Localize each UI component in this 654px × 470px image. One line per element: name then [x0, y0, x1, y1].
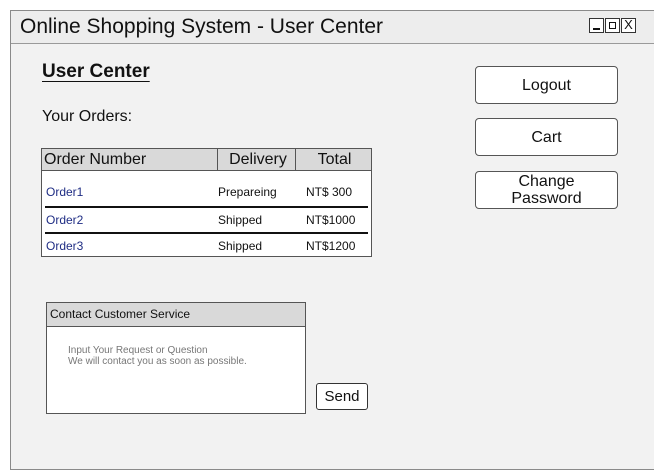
- delivery-status: Prepareing: [218, 185, 277, 199]
- order-number-link[interactable]: Order3: [46, 239, 83, 253]
- order-total: NT$1200: [306, 239, 356, 253]
- delivery-status: Shipped: [218, 213, 263, 227]
- row-divider: [45, 232, 368, 234]
- app-window: Online Shopping System - User Center X U…: [10, 10, 654, 470]
- contact-request-input[interactable]: [68, 345, 298, 405]
- column-header-order-number: Order Number: [44, 151, 147, 168]
- orders-table-header: Order Number Delivery Total: [42, 149, 371, 171]
- page-title: User Center: [42, 61, 150, 82]
- logout-button[interactable]: Logout: [475, 66, 618, 104]
- change-password-label-line2: Password: [511, 190, 582, 207]
- contact-panel-title: Contact Customer Service: [47, 303, 305, 327]
- table-row[interactable]: Order3 Shipped NT$1200: [42, 236, 371, 260]
- change-password-label-line1: Change: [518, 173, 575, 190]
- change-password-button[interactable]: Change Password: [475, 171, 618, 209]
- table-row[interactable]: Order2 Shipped NT$1000: [42, 210, 371, 234]
- window-title: Online Shopping System - User Center: [20, 15, 383, 38]
- orders-table: Order Number Delivery Total Order1 Prepa…: [41, 148, 372, 257]
- order-number-link[interactable]: Order1: [46, 185, 83, 199]
- minimize-icon[interactable]: [589, 18, 604, 33]
- order-total: NT$ 300: [306, 185, 353, 199]
- title-bar: Online Shopping System - User Center X: [11, 11, 654, 44]
- table-row[interactable]: Order1 Prepareing NT$ 300: [42, 182, 371, 206]
- column-header-delivery: Delivery: [217, 149, 298, 170]
- order-total: NT$1000: [306, 213, 356, 227]
- close-icon[interactable]: X: [621, 18, 636, 33]
- cart-button[interactable]: Cart: [475, 118, 618, 156]
- window-controls: X: [589, 18, 637, 33]
- maximize-icon[interactable]: [605, 18, 620, 33]
- send-button[interactable]: Send: [316, 383, 368, 410]
- column-header-total: Total: [295, 149, 373, 170]
- order-number-link[interactable]: Order2: [46, 213, 83, 227]
- delivery-status: Shipped: [218, 239, 263, 253]
- row-divider: [45, 206, 368, 208]
- contact-customer-service-panel: Contact Customer Service: [46, 302, 306, 414]
- orders-label: Your Orders:: [42, 108, 133, 125]
